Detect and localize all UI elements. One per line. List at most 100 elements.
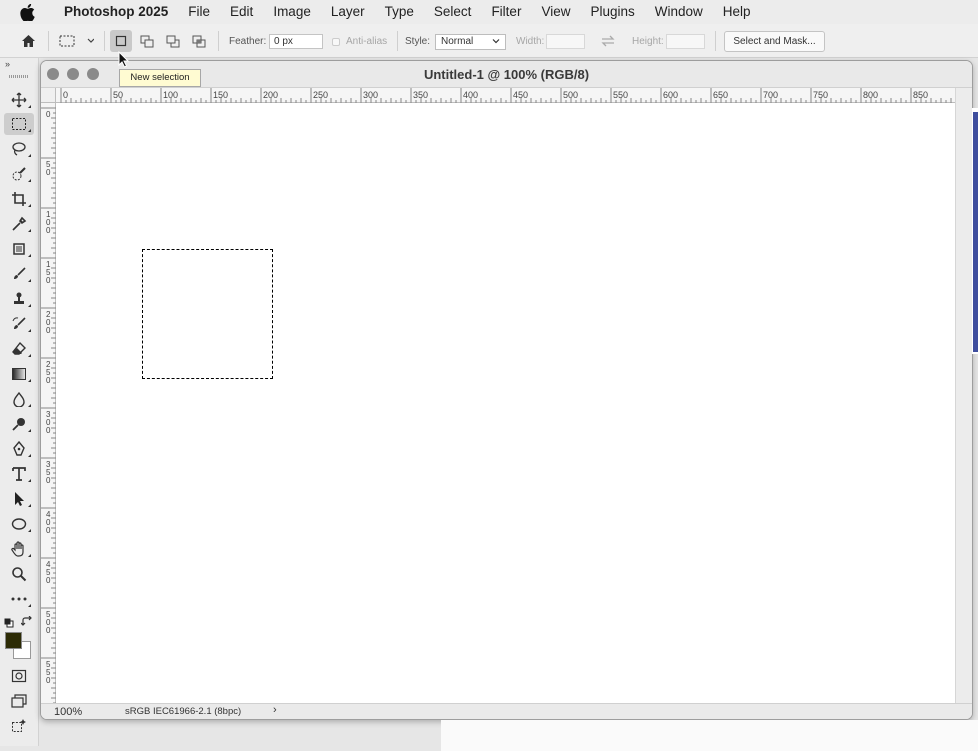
type-tool-icon[interactable]	[4, 463, 34, 485]
height-input[interactable]	[666, 34, 705, 49]
divider	[218, 31, 219, 51]
ruler-label: 800	[863, 90, 878, 100]
move-tool-icon[interactable]	[4, 89, 34, 111]
hand-tool-icon[interactable]	[4, 538, 34, 560]
ruler-label: 750	[813, 90, 828, 100]
gradient-tool-icon[interactable]	[4, 363, 34, 385]
crop-tool-icon[interactable]	[4, 188, 34, 210]
status-bar: 100% sRGB IEC61966-2.1 (8bpc) ›	[41, 703, 972, 719]
ruler-label: 350	[46, 460, 51, 485]
swap-width-height-icon[interactable]	[597, 30, 619, 52]
object-selection-tool-icon[interactable]	[4, 163, 34, 185]
ellipse-tool-icon[interactable]	[4, 513, 34, 535]
rectangular-marquee-tool-icon[interactable]	[4, 113, 34, 135]
background-window-edge	[972, 108, 978, 354]
ruler-label: 850	[913, 90, 928, 100]
lasso-tool-icon[interactable]	[4, 138, 34, 160]
ruler-label: 50	[46, 160, 51, 177]
feather-input[interactable]: 0 px	[269, 34, 323, 49]
new-selection-tooltip: New selection	[119, 69, 201, 87]
select-and-mask-button[interactable]: Select and Mask...	[724, 31, 825, 52]
collapse-panel-icon[interactable]: »	[5, 59, 10, 69]
ruler-label: 400	[463, 90, 478, 100]
menu-file[interactable]: File	[178, 0, 220, 24]
menu-view[interactable]: View	[531, 0, 580, 24]
vertical-scrollbar[interactable]	[955, 88, 972, 705]
intersect-selection-button[interactable]	[188, 30, 210, 52]
more-tools-icon[interactable]	[4, 588, 34, 610]
horizontal-ruler-ticks: 0 50 100 150 200 250 300 350 400 450 500 550 600 650 7…	[60, 88, 957, 103]
width-input[interactable]	[546, 34, 585, 49]
menu-plugins[interactable]: Plugins	[580, 0, 644, 24]
menu-app-name[interactable]: Photoshop 2025	[54, 0, 178, 24]
ruler-label: 700	[763, 90, 778, 100]
home-icon[interactable]	[17, 30, 39, 52]
style-select-value: Normal	[441, 36, 474, 47]
color-profile-info: sRGB IEC61966-2.1 (8bpc)	[125, 706, 242, 717]
ruler-label: 150	[213, 90, 228, 100]
foreground-color-swatch[interactable]	[5, 632, 22, 649]
horizontal-ruler[interactable]: 0 50 100 150 200 250 300 350 400 450 500 550 600 650 7…	[56, 88, 957, 103]
background-image-strip	[973, 112, 978, 352]
ruler-label: 300	[46, 410, 51, 435]
apple-icon[interactable]	[0, 3, 54, 21]
eraser-tool-icon[interactable]	[4, 338, 34, 360]
status-menu-chevron-icon[interactable]: ›	[273, 704, 277, 716]
menu-type[interactable]: Type	[375, 0, 424, 24]
mouse-cursor-icon	[118, 50, 130, 73]
quick-mask-icon[interactable]	[4, 665, 34, 687]
ruler-label: 150	[46, 260, 51, 285]
eyedropper-tool-icon[interactable]	[4, 213, 34, 235]
document-canvas[interactable]	[56, 103, 956, 705]
menu-edit[interactable]: Edit	[220, 0, 263, 24]
background-window-bottom	[441, 720, 978, 751]
swap-colors-icon[interactable]	[20, 615, 33, 633]
menu-image[interactable]: Image	[263, 0, 321, 24]
menu-select[interactable]: Select	[424, 0, 482, 24]
chevron-down-icon	[492, 37, 500, 49]
anti-alias-checkbox[interactable]	[332, 38, 340, 46]
vertical-ruler[interactable]: 0 50 100 150 200 250 300 350 400 450 500 550	[41, 103, 56, 705]
healing-brush-tool-icon[interactable]	[4, 238, 34, 260]
screen-mode-icon[interactable]	[4, 690, 34, 712]
default-colors-icon[interactable]	[4, 615, 14, 633]
zoom-level[interactable]: 100%	[54, 706, 82, 718]
subtract-from-selection-button[interactable]	[162, 30, 184, 52]
brush-tool-icon[interactable]	[4, 263, 34, 285]
menu-help[interactable]: Help	[713, 0, 761, 24]
divider	[104, 31, 105, 51]
divider	[397, 31, 398, 51]
panel-grip[interactable]	[9, 75, 29, 78]
path-selection-tool-icon[interactable]	[4, 488, 34, 510]
divider	[48, 31, 49, 51]
new-selection-button[interactable]	[110, 30, 132, 52]
ruler-label: 450	[513, 90, 528, 100]
selection-marquee[interactable]	[142, 249, 273, 379]
add-to-selection-button[interactable]	[136, 30, 158, 52]
ruler-label: 550	[613, 90, 628, 100]
feather-label: Feather:	[229, 36, 267, 47]
ruler-label: 50	[113, 90, 123, 100]
style-select[interactable]: Normal	[435, 34, 506, 50]
style-label: Style:	[405, 36, 431, 47]
pen-tool-icon[interactable]	[4, 438, 34, 460]
ruler-origin[interactable]	[41, 88, 56, 103]
blur-tool-icon[interactable]	[4, 388, 34, 410]
ruler-label: 350	[413, 90, 428, 100]
ruler-label: 250	[46, 360, 51, 385]
menu-window[interactable]: Window	[645, 0, 713, 24]
menu-filter[interactable]: Filter	[481, 0, 531, 24]
generative-fill-icon[interactable]	[4, 715, 34, 737]
ruler-label: 400	[46, 510, 51, 535]
dodge-tool-icon[interactable]	[4, 413, 34, 435]
tool-preset-picker[interactable]	[56, 30, 96, 52]
height-label: Height:	[632, 36, 664, 47]
ruler-label: 100	[163, 90, 178, 100]
zoom-tool-icon[interactable]	[4, 563, 34, 585]
divider	[715, 31, 716, 51]
document-window: Untitled-1 @ 100% (RGB/8) 0 50 100 150 200 25…	[40, 60, 973, 720]
history-brush-tool-icon[interactable]	[4, 313, 34, 335]
clone-stamp-tool-icon[interactable]	[4, 288, 34, 310]
menu-layer[interactable]: Layer	[321, 0, 375, 24]
ruler-label: 0	[46, 110, 51, 119]
